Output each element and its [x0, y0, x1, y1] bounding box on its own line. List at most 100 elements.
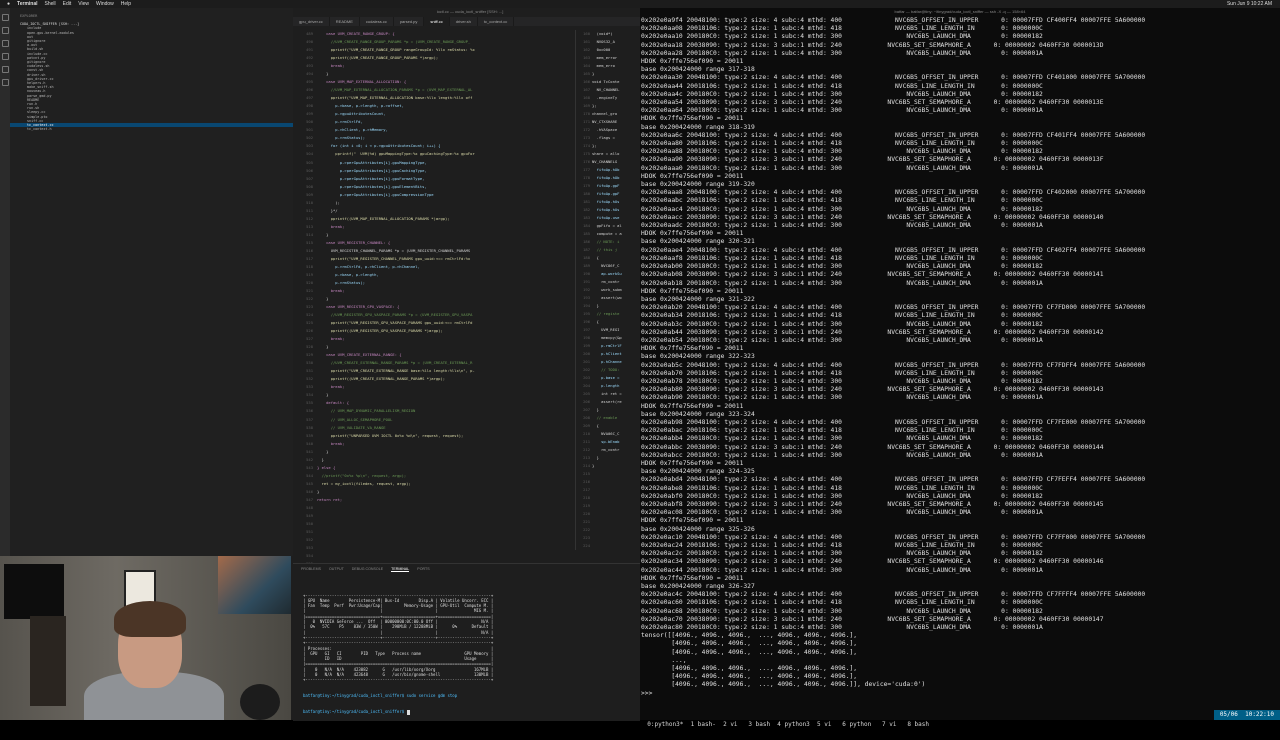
line-number: 500 — [306, 119, 313, 125]
side-code-text[interactable]: (void*) NVOS32_A 0xc000 mem_error mem_er… — [592, 30, 640, 470]
side-line-number: 160 — [583, 31, 590, 36]
side-code-line: rm_contr — [592, 279, 620, 284]
terminal-line: 0x202e0aac4 200180C0: type:2 size: 1 sub… — [641, 205, 1043, 213]
terminal-line: 0x202e0aa80 20018106: type:2 size: 1 sub… — [641, 140, 1043, 148]
terminal-line: 0x202e0a9f4 20048100: type:2 size: 4 sub… — [641, 17, 1146, 24]
panel-tab[interactable]: PORTS — [417, 567, 429, 572]
side-code-line: }; — [592, 143, 597, 148]
line-number: 532 — [306, 376, 313, 382]
explorer-icon[interactable] — [1, 14, 9, 21]
panel-tab[interactable]: DEBUG CONSOLE — [352, 567, 383, 572]
file-tree-item[interactable]: tc_context.h — [10, 127, 293, 131]
vscode-window-title: ioctl.cc — cuda_ioctl_sniffer [SSH: ...] — [436, 9, 504, 14]
code-line: break; — [317, 223, 345, 229]
side-line-number: 161 — [583, 39, 590, 44]
side-code-line: UVM_REGI — [592, 327, 620, 332]
terminal-line: 0x202e0aa88 200180C0: type:2 size: 1 sub… — [641, 148, 1043, 156]
terminal-line: 0x202e0aa64 200180C0: type:2 size: 1 sub… — [641, 107, 1043, 115]
tmux-window-list[interactable]: 0:python3* 1 bash- 2 vi 3 bash 4 python3… — [647, 721, 929, 728]
side-line-number: 169 — [583, 103, 590, 108]
side-line-number: 166 — [583, 79, 590, 84]
line-number: 537 — [306, 416, 313, 422]
terminal-line: HDOK 0x7ffe756ef090 = 20011 — [641, 517, 744, 525]
code-line: // UVM_ALLOC_SEMAPHORE_POOL — [317, 416, 393, 422]
code-line: }*/ — [317, 207, 338, 213]
terminal-line: ..., — [641, 656, 687, 664]
code-text[interactable]: case UVM_CREATE_RANGE_GROUP: { //UVM_CRE… — [317, 30, 567, 504]
line-number: 492 — [306, 55, 313, 61]
side-line-number: 220 — [583, 511, 590, 516]
side-code-line: // this j — [592, 247, 618, 252]
integrated-terminal[interactable]: +---------------------------------------… — [303, 582, 493, 725]
line-number: 531 — [306, 368, 313, 374]
source-control-icon[interactable] — [1, 40, 9, 47]
panel-tab[interactable]: OUTPUT — [329, 567, 344, 572]
menu-help[interactable]: Help — [121, 1, 131, 7]
side-code-line: { — [592, 319, 599, 324]
terminal-line: HDOK 0x7ffe756ef090 = 20011 — [641, 459, 744, 467]
side-line-number: 180 — [583, 191, 590, 196]
terminal-line: 0x202e0abbc 20038090: type:2 size: 3 sub… — [641, 443, 1104, 451]
editor-tab[interactable]: parsed.py — [394, 17, 425, 26]
side-line-number: 186 — [583, 239, 590, 244]
side-code-line: } — [592, 71, 595, 76]
code-line: break; — [317, 288, 345, 293]
side-line-number: 172 — [583, 127, 590, 132]
side-code-line: } — [592, 303, 599, 308]
side-line-number: 206 — [583, 399, 590, 404]
side-code-line: mem_erro — [592, 63, 615, 68]
editor-tab[interactable]: cudaless.cc — [360, 17, 394, 26]
side-line-number: 196 — [583, 319, 590, 324]
panel-tab[interactable]: TERMINAL — [391, 567, 410, 572]
webcam-poster — [218, 556, 291, 614]
side-line-number: 183 — [583, 215, 590, 220]
side-line-number: 212 — [583, 447, 590, 452]
menu-app-name[interactable]: Terminal — [17, 1, 37, 7]
editor-tab[interactable]: gpu_driver.cc — [293, 17, 330, 26]
run-debug-icon[interactable] — [1, 53, 9, 60]
panel-tab[interactable]: PROBLEMS — [301, 567, 321, 572]
side-code-line: ap.workSu — [592, 271, 622, 276]
terminal-line: 0x202e0ab34 20018106: type:2 size: 1 sub… — [641, 312, 1043, 320]
editor-tab[interactable]: README — [330, 17, 360, 26]
terminal-line: 0x202e0aa08 20018106: type:2 size: 1 sub… — [641, 25, 1043, 33]
terminal-line: 0x202e0aae4 20048100: type:2 size: 4 sub… — [641, 246, 1146, 254]
side-code-line: share = allo — [592, 151, 620, 156]
menu-window[interactable]: Window — [96, 1, 114, 7]
editor-tab[interactable]: tc_context.cc — [478, 17, 515, 26]
line-number: 535 — [306, 400, 313, 406]
side-line-number: 194 — [583, 303, 590, 308]
nvidia-smi-line: +---------------------------------------… — [303, 640, 494, 646]
side-line-number: 177 — [583, 167, 590, 172]
editor-tab[interactable]: sniff.cc — [424, 17, 450, 26]
terminal-line: [4096., 4096., 4096., ..., 4096., 4096.,… — [641, 665, 858, 673]
line-number: 510 — [306, 199, 313, 205]
side-code-editor[interactable]: 160 161 162 163 164 165 166 167 168 169 170 171 172 1… — [575, 30, 641, 550]
terminal-line: 0x202e0ab44 20038090: type:2 size: 3 sub… — [641, 328, 1104, 336]
remote-explorer-icon[interactable] — [1, 79, 9, 86]
line-number: 509 — [306, 191, 313, 197]
terminal-line: base 0x200424000 range 320-321 — [641, 238, 755, 246]
line-number: 529 — [306, 352, 313, 358]
line-number: 490 — [306, 39, 313, 45]
line-number: 498 — [306, 103, 313, 109]
menu-edit[interactable]: Edit — [63, 1, 72, 7]
side-line-number: 185 — [583, 231, 590, 236]
extensions-icon[interactable] — [1, 66, 9, 73]
menu-view[interactable]: View — [78, 1, 89, 7]
side-line-number: 203 — [583, 375, 590, 380]
side-line-number: 195 — [583, 311, 590, 316]
menubar-clock[interactable]: Sun Jun 9 10:22 AM — [1227, 1, 1272, 7]
terminal-prompt-2[interactable]: batfar@tiny:~/tinygrad/cuda_ioctl_sniffe… — [303, 709, 407, 714]
terminal-line: 0x202e0abb4 200180C0: type:2 size: 1 sub… — [641, 435, 1043, 443]
apple-icon[interactable]: ● — [7, 1, 10, 7]
code-line: p->perGpuAttributes[i].gpuElementBits, — [317, 183, 427, 189]
menu-shell[interactable]: Shell — [45, 1, 56, 7]
explorer-title: EXPLORER — [20, 14, 38, 18]
terminal-output[interactable]: 0x202e0a9f4 20048100: type:2 size: 4 sub… — [641, 17, 1280, 698]
bottom-panel: PROBLEMS OUTPUT DEBUG CONSOLE TERMINAL PORTS… — [293, 563, 640, 721]
editor-tab[interactable]: driver.sh — [450, 17, 478, 26]
line-number: 539 — [306, 432, 313, 438]
code-editor[interactable]: 489 490 491 492 493 494 495 496 497 498 499 500 501 5… — [293, 30, 571, 566]
search-icon[interactable] — [1, 27, 9, 34]
